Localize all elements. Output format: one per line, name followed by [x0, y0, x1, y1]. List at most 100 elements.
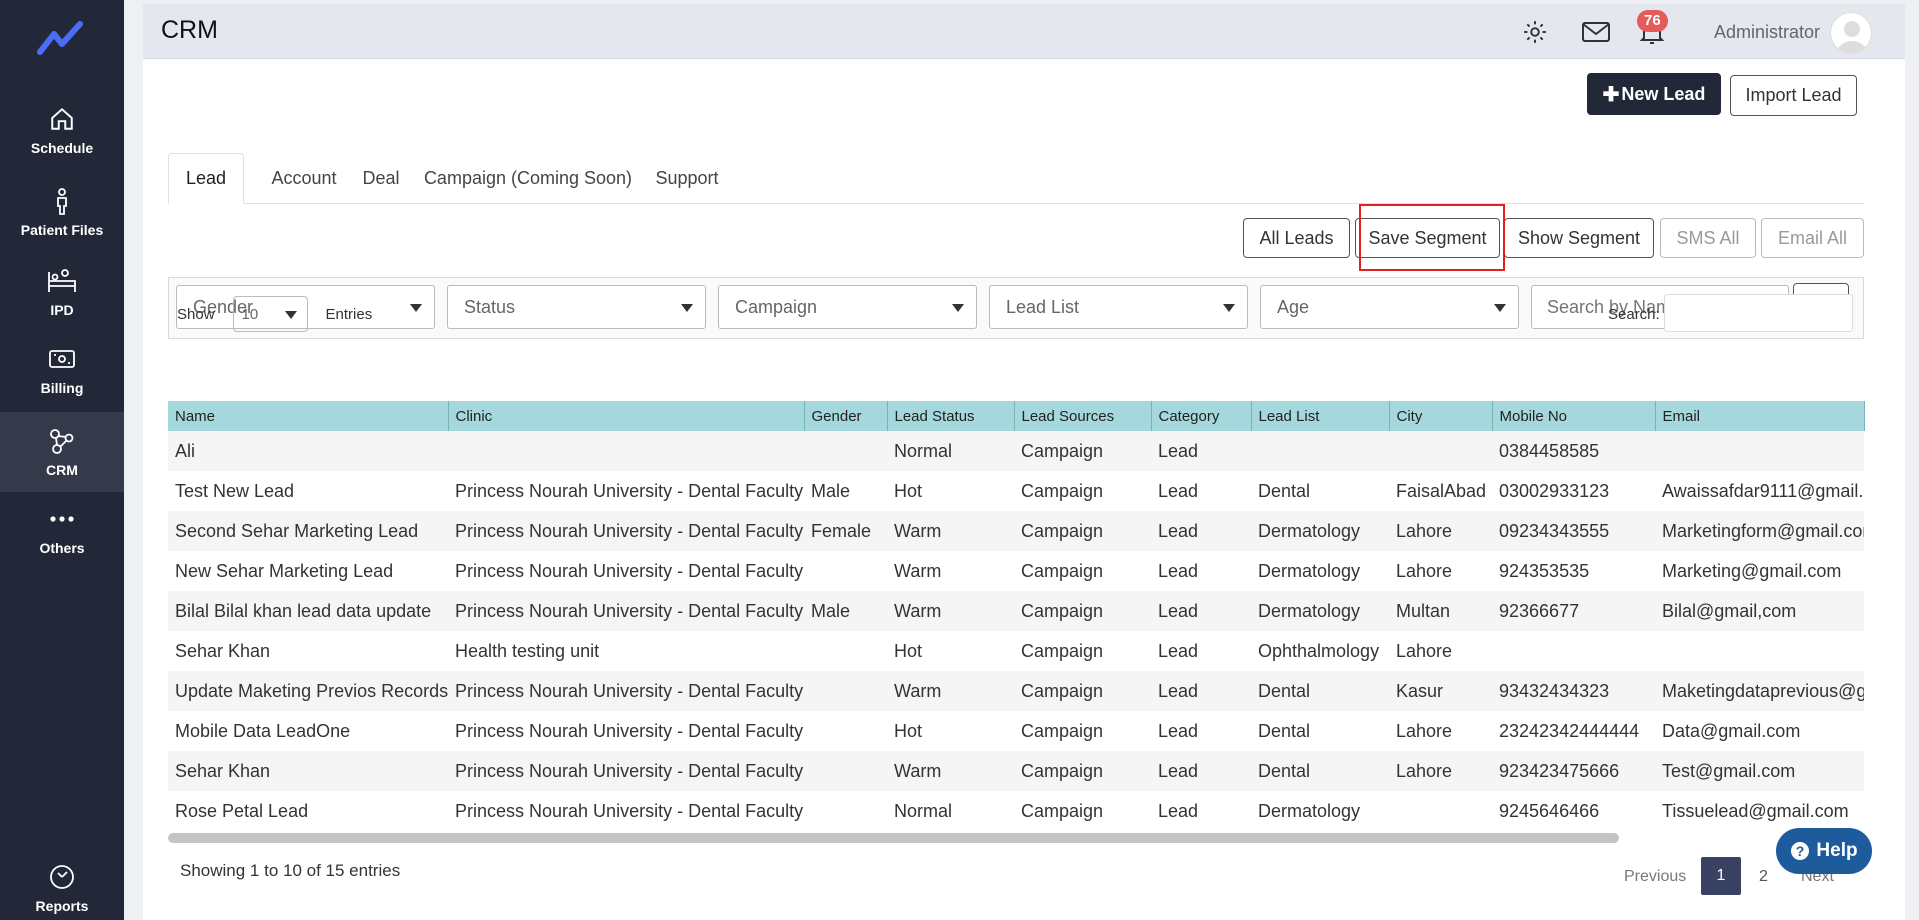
user-name[interactable]: Administrator — [1714, 22, 1820, 43]
table-row[interactable]: Rose Petal Lead Princess Nourah Universit… — [168, 791, 1864, 831]
table-cell: Ophthalmology — [1258, 640, 1380, 661]
bed-icon — [47, 266, 77, 296]
column-header[interactable]: Lead Sources — [1014, 401, 1152, 431]
question-icon: ? — [1791, 842, 1810, 860]
column-header[interactable]: Category — [1151, 401, 1252, 431]
table-cell: New Sehar Marketing Lead — [175, 560, 394, 581]
table-row[interactable]: Mobile Data LeadOne Princess Nourah Unive… — [168, 711, 1864, 751]
table-cell: Lead — [1158, 520, 1199, 541]
table-cell: 9245646466 — [1499, 800, 1600, 821]
table-cell: Maketingdataprevious@gmail.com — [1662, 680, 1864, 701]
table-cell: Male — [811, 480, 851, 501]
sidebar-item-reports[interactable]: Reports — [0, 858, 124, 918]
table-cell — [804, 671, 887, 711]
all-leads-button[interactable]: All Leads — [1243, 218, 1350, 258]
sidebar-item-crm[interactable]: CRM — [0, 412, 124, 492]
column-header[interactable]: Name — [168, 401, 449, 431]
table-row[interactable]: Update Maketing Previos Records Princess … — [168, 671, 1864, 711]
table-cell: Campaign — [1021, 640, 1104, 661]
tab-bar: Lead Account Deal Campaign (Coming Soon)… — [168, 153, 1864, 204]
table-cell: Dental — [1258, 760, 1311, 781]
table-row[interactable]: Ali Normal Campaign Lead 0384458585 — [168, 431, 1864, 471]
column-header[interactable]: Clinic — [448, 401, 805, 431]
table-cell: Princess Nourah University - Dental Facu… — [455, 720, 804, 741]
table-cell: Second Sehar Marketing Lead — [175, 520, 419, 541]
table-cell: Campaign — [1021, 600, 1104, 621]
table-cell: 924353535 — [1499, 560, 1590, 581]
table-row[interactable]: Second Sehar Marketing Lead Princess Nour… — [168, 511, 1864, 551]
table-cell: 0384458585 — [1499, 440, 1600, 461]
svg-text:?: ? — [1796, 843, 1805, 859]
table-cell: Update Maketing Previos Records — [175, 680, 448, 701]
table-cell: Mobile Data LeadOne — [175, 720, 351, 741]
column-header[interactable]: Email — [1655, 401, 1865, 431]
sidebar-item-label: Schedule — [30, 140, 94, 156]
table-cell: Campaign — [1021, 560, 1104, 581]
page-title: CRM — [161, 16, 218, 44]
status-select[interactable]: Status — [447, 285, 706, 329]
table-row[interactable]: Test New Lead Princess Nourah University … — [168, 471, 1864, 511]
table-cell: Lahore — [1396, 760, 1453, 781]
tab-campaign[interactable]: Campaign (Coming Soon) — [422, 153, 634, 204]
table-cell: Campaign — [1021, 760, 1104, 781]
table-cell: Dermatology — [1258, 800, 1361, 821]
gear-icon[interactable] — [1521, 18, 1549, 46]
age-select[interactable]: Age — [1260, 285, 1519, 329]
column-header[interactable]: Lead List — [1251, 401, 1390, 431]
table-cell — [804, 631, 887, 671]
table-cell: Test New Lead — [175, 480, 295, 501]
avatar[interactable] — [1830, 12, 1872, 54]
sidebar-item-label: Reports — [35, 898, 89, 914]
help-button[interactable]: ? Help — [1776, 828, 1872, 874]
column-header[interactable]: Lead Status — [887, 401, 1015, 431]
horizontal-scrollbar[interactable] — [168, 833, 1619, 843]
caret-down-icon — [1494, 304, 1506, 312]
main-panel: ✚ New Lead Import Lead Lead Account Deal… — [143, 59, 1905, 920]
column-header[interactable]: Gender — [804, 401, 888, 431]
table-cell: Lead — [1158, 720, 1199, 741]
app-logo-icon[interactable] — [36, 18, 86, 58]
table-cell: Hot — [894, 640, 923, 661]
table-row[interactable]: Sehar Khan Health testing unit Hot Campaign… — [168, 631, 1864, 671]
tab-support[interactable]: Support — [644, 153, 730, 204]
pagination-page-1[interactable]: 1 — [1701, 857, 1741, 895]
table-cell: Lead — [1158, 440, 1199, 461]
column-header[interactable]: City — [1389, 401, 1493, 431]
table-cell: Lead — [1158, 480, 1199, 501]
table-cell: Hot — [894, 720, 923, 741]
table-cell: Campaign — [1021, 480, 1104, 501]
table-cell: Dermatology — [1258, 560, 1361, 581]
table-row[interactable]: New Sehar Marketing Lead Princess Nourah … — [168, 551, 1864, 591]
page-length-select[interactable]: 10 — [232, 296, 308, 332]
table-search-input[interactable] — [1664, 294, 1853, 332]
table-cell: Health testing unit — [455, 640, 600, 661]
sms-all-button[interactable]: SMS All — [1660, 218, 1756, 258]
sidebar-item-billing[interactable]: Billing — [0, 330, 124, 410]
table-cell: Marketingform@gmail.com — [1662, 520, 1864, 541]
email-all-button[interactable]: Email All — [1761, 218, 1864, 258]
column-header[interactable]: Mobile No — [1492, 401, 1656, 431]
table-cell: Rose Petal Lead — [175, 800, 309, 821]
import-lead-button[interactable]: Import Lead — [1730, 75, 1857, 116]
sidebar-item-ipd[interactable]: IPD — [0, 252, 124, 332]
sidebar-item-patient-files[interactable]: Patient Files — [0, 172, 124, 252]
table-cell: Male — [811, 600, 851, 621]
pagination-previous[interactable]: Previous — [1624, 868, 1686, 886]
mail-icon[interactable] — [1580, 18, 1612, 46]
tab-account[interactable]: Account — [264, 153, 344, 204]
show-segment-button[interactable]: Show Segment — [1504, 218, 1654, 258]
pagination-page-2[interactable]: 2 — [1759, 868, 1768, 886]
tab-deal[interactable]: Deal — [354, 153, 408, 204]
new-lead-button[interactable]: ✚ New Lead — [1587, 73, 1721, 115]
table-cell: Lead — [1158, 560, 1199, 581]
tab-lead[interactable]: Lead — [168, 153, 244, 204]
table-row[interactable]: Sehar Khan Princess Nourah University - D… — [168, 751, 1864, 791]
table-cell: Bilal@gmail,com — [1662, 600, 1797, 621]
table-cell: Bilal Bilal khan lead data update — [175, 600, 432, 621]
sidebar-item-schedule[interactable]: Schedule — [0, 90, 124, 170]
lead-list-select[interactable]: Lead List — [989, 285, 1248, 329]
sidebar-item-others[interactable]: Others — [0, 490, 124, 570]
table-row[interactable]: Bilal Bilal khan lead data update Princes… — [168, 591, 1864, 631]
table-cell: Warm — [894, 600, 942, 621]
campaign-select[interactable]: Campaign — [718, 285, 977, 329]
